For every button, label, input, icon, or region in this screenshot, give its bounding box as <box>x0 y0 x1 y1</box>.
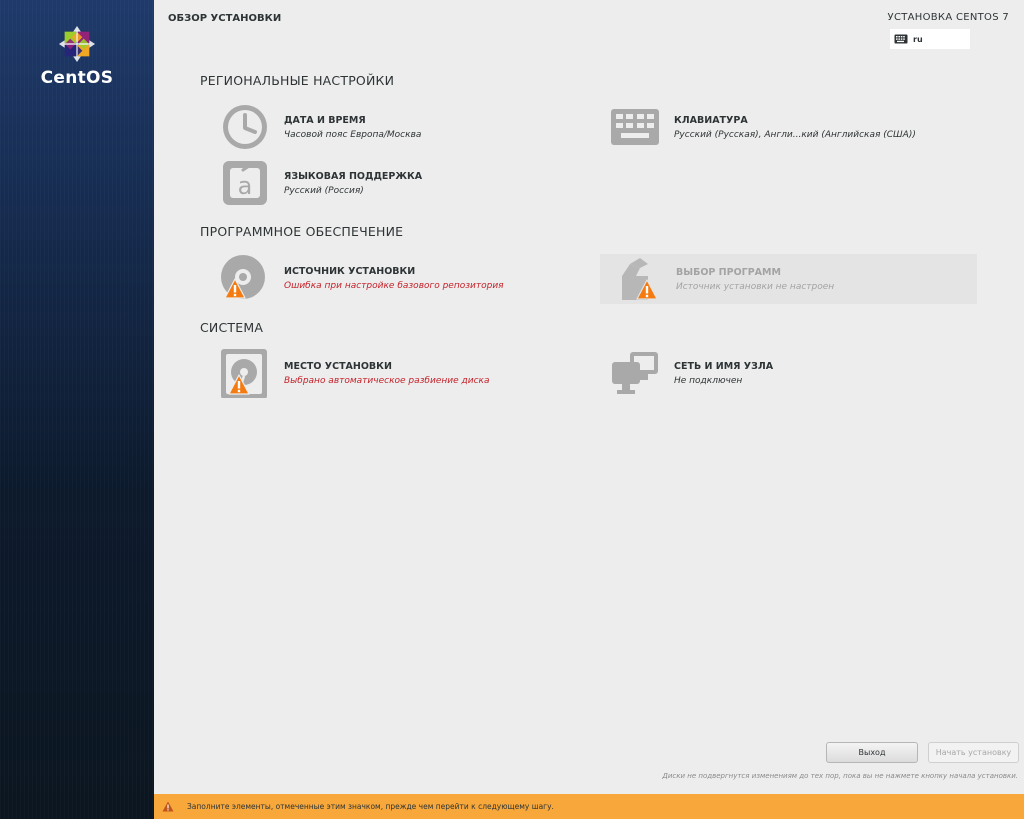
begin-installation-button[interactable]: Начать установку <box>928 742 1019 763</box>
footnote: Диски не подвергнутся изменениям до тех … <box>662 772 1018 780</box>
keyboard-small-icon <box>894 34 908 44</box>
spoke-status: Выбрано автоматическое разбиение диска <box>284 376 490 386</box>
spoke-installation-source[interactable]: ИСТОЧНИК УСТАНОВКИ Ошибка при настройке … <box>200 253 580 305</box>
spoke-label: МЕСТО УСТАНОВКИ <box>284 361 392 372</box>
centos-logo-icon <box>58 25 96 63</box>
spoke-status: Русский (Русская), Англи...кий (Английск… <box>674 130 916 140</box>
logo-text: CentOS <box>40 68 114 88</box>
spoke-label: СЕТЬ И ИМЯ УЗЛА <box>674 361 774 372</box>
keyboard-layout-indicator[interactable]: ru <box>890 29 970 49</box>
keyboard-layout-label: ru <box>913 34 923 44</box>
page-title: ОБЗОР УСТАНОВКИ <box>168 13 282 24</box>
warning-icon <box>228 374 250 395</box>
spoke-network-hostname[interactable]: СЕТЬ И ИМЯ УЗЛА Не подключен <box>590 348 975 400</box>
spoke-label: ДАТА И ВРЕМЯ <box>284 115 366 126</box>
spoke-date-time[interactable]: ДАТА И ВРЕМЯ Часовой пояс Европа/Москва <box>200 102 580 154</box>
spoke-keyboard[interactable]: КЛАВИАТУРА Русский (Русская), Англи...ки… <box>590 102 975 154</box>
warning-bar-text: Заполните элементы, отмеченные этим знач… <box>187 802 554 811</box>
spoke-status: Источник установки не настроен <box>676 282 835 292</box>
spoke-status: Русский (Россия) <box>284 186 364 196</box>
section-title-software: ПРОГРАММНОЕ ОБЕСПЕЧЕНИЕ <box>200 224 404 239</box>
warning-icon <box>224 278 246 299</box>
section-title-system: СИСТЕМА <box>200 320 264 335</box>
svg-text:a: a <box>238 172 253 200</box>
keyboard-icon <box>611 109 659 145</box>
spoke-label: ИСТОЧНИК УСТАНОВКИ <box>284 266 416 277</box>
spoke-installation-destination[interactable]: МЕСТО УСТАНОВКИ Выбрано автоматическое р… <box>200 348 580 400</box>
section-title-localization: РЕГИОНАЛЬНЫЕ НАСТРОЙКИ <box>200 73 395 88</box>
product-title: УСТАНОВКА CENTOS 7 <box>887 12 1009 23</box>
spoke-label: КЛАВИАТУРА <box>674 115 748 126</box>
language-icon: a <box>223 161 267 205</box>
spoke-label: ВЫБОР ПРОГРАММ <box>676 267 781 278</box>
spoke-language-support[interactable]: a ЯЗЫКОВАЯ ПОДДЕРЖКА Русский (Россия) <box>200 158 580 210</box>
spoke-software-selection: ВЫБОР ПРОГРАММ Источник установки не нас… <box>600 254 977 304</box>
spoke-label: ЯЗЫКОВАЯ ПОДДЕРЖКА <box>284 171 423 182</box>
warning-icon <box>636 279 658 300</box>
network-icon <box>612 352 658 394</box>
sidebar: CentOS <box>0 0 154 819</box>
spoke-status: Не подключен <box>674 376 743 386</box>
spoke-status: Часовой пояс Европа/Москва <box>284 130 422 140</box>
warning-bar: Заполните элементы, отмеченные этим знач… <box>154 794 1024 819</box>
clock-icon <box>223 105 267 149</box>
quit-button[interactable]: Выход <box>826 742 918 763</box>
spoke-status: Ошибка при настройке базового репозитори… <box>284 281 504 291</box>
warning-bar-icon <box>162 801 174 812</box>
